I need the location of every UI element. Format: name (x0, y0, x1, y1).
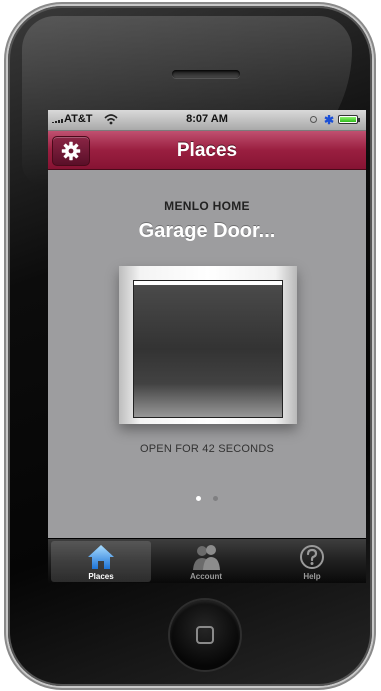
door-status: OPEN FOR 42 SECONDS (140, 443, 274, 455)
door-title[interactable]: Garage Door... (48, 220, 366, 243)
bluetooth-icon: ✱ (324, 113, 335, 127)
tab-label: Account (190, 572, 222, 581)
tab-label: Help (303, 572, 321, 581)
page-dot-1 (195, 496, 201, 501)
battery-icon (338, 115, 360, 124)
status-time: 8:07 AM (186, 113, 228, 125)
tab-help[interactable]: Help (262, 541, 362, 582)
place-name: MENLO HOME (164, 199, 250, 213)
page-title: Places (176, 140, 238, 161)
navigation-bar: Places (48, 131, 366, 170)
battery-fill (340, 117, 356, 122)
tab-bar: Places Account Help (48, 538, 366, 583)
page-dot-2 (213, 496, 219, 501)
garage-door-icon (133, 280, 283, 418)
people-icon (193, 545, 220, 570)
tab-label: Places (88, 572, 114, 581)
rotation-lock-icon (310, 116, 317, 123)
home-button[interactable] (170, 600, 240, 670)
garage-door-button[interactable] (119, 266, 297, 424)
page-indicator[interactable] (48, 488, 366, 506)
tab-account[interactable]: Account (156, 541, 256, 582)
screen: AT&T 8:07 AM ✱ Places MENLO HOME Garage … (48, 110, 366, 583)
home-icon (88, 545, 114, 569)
help-icon (300, 545, 324, 569)
status-bar: AT&T 8:07 AM ✱ (48, 110, 366, 131)
place-content: MENLO HOME Garage Door... OPEN FOR 42 SE… (48, 170, 366, 538)
earpiece-speaker (172, 70, 240, 78)
home-button-square-icon (196, 626, 214, 644)
tab-places[interactable]: Places (51, 541, 151, 582)
